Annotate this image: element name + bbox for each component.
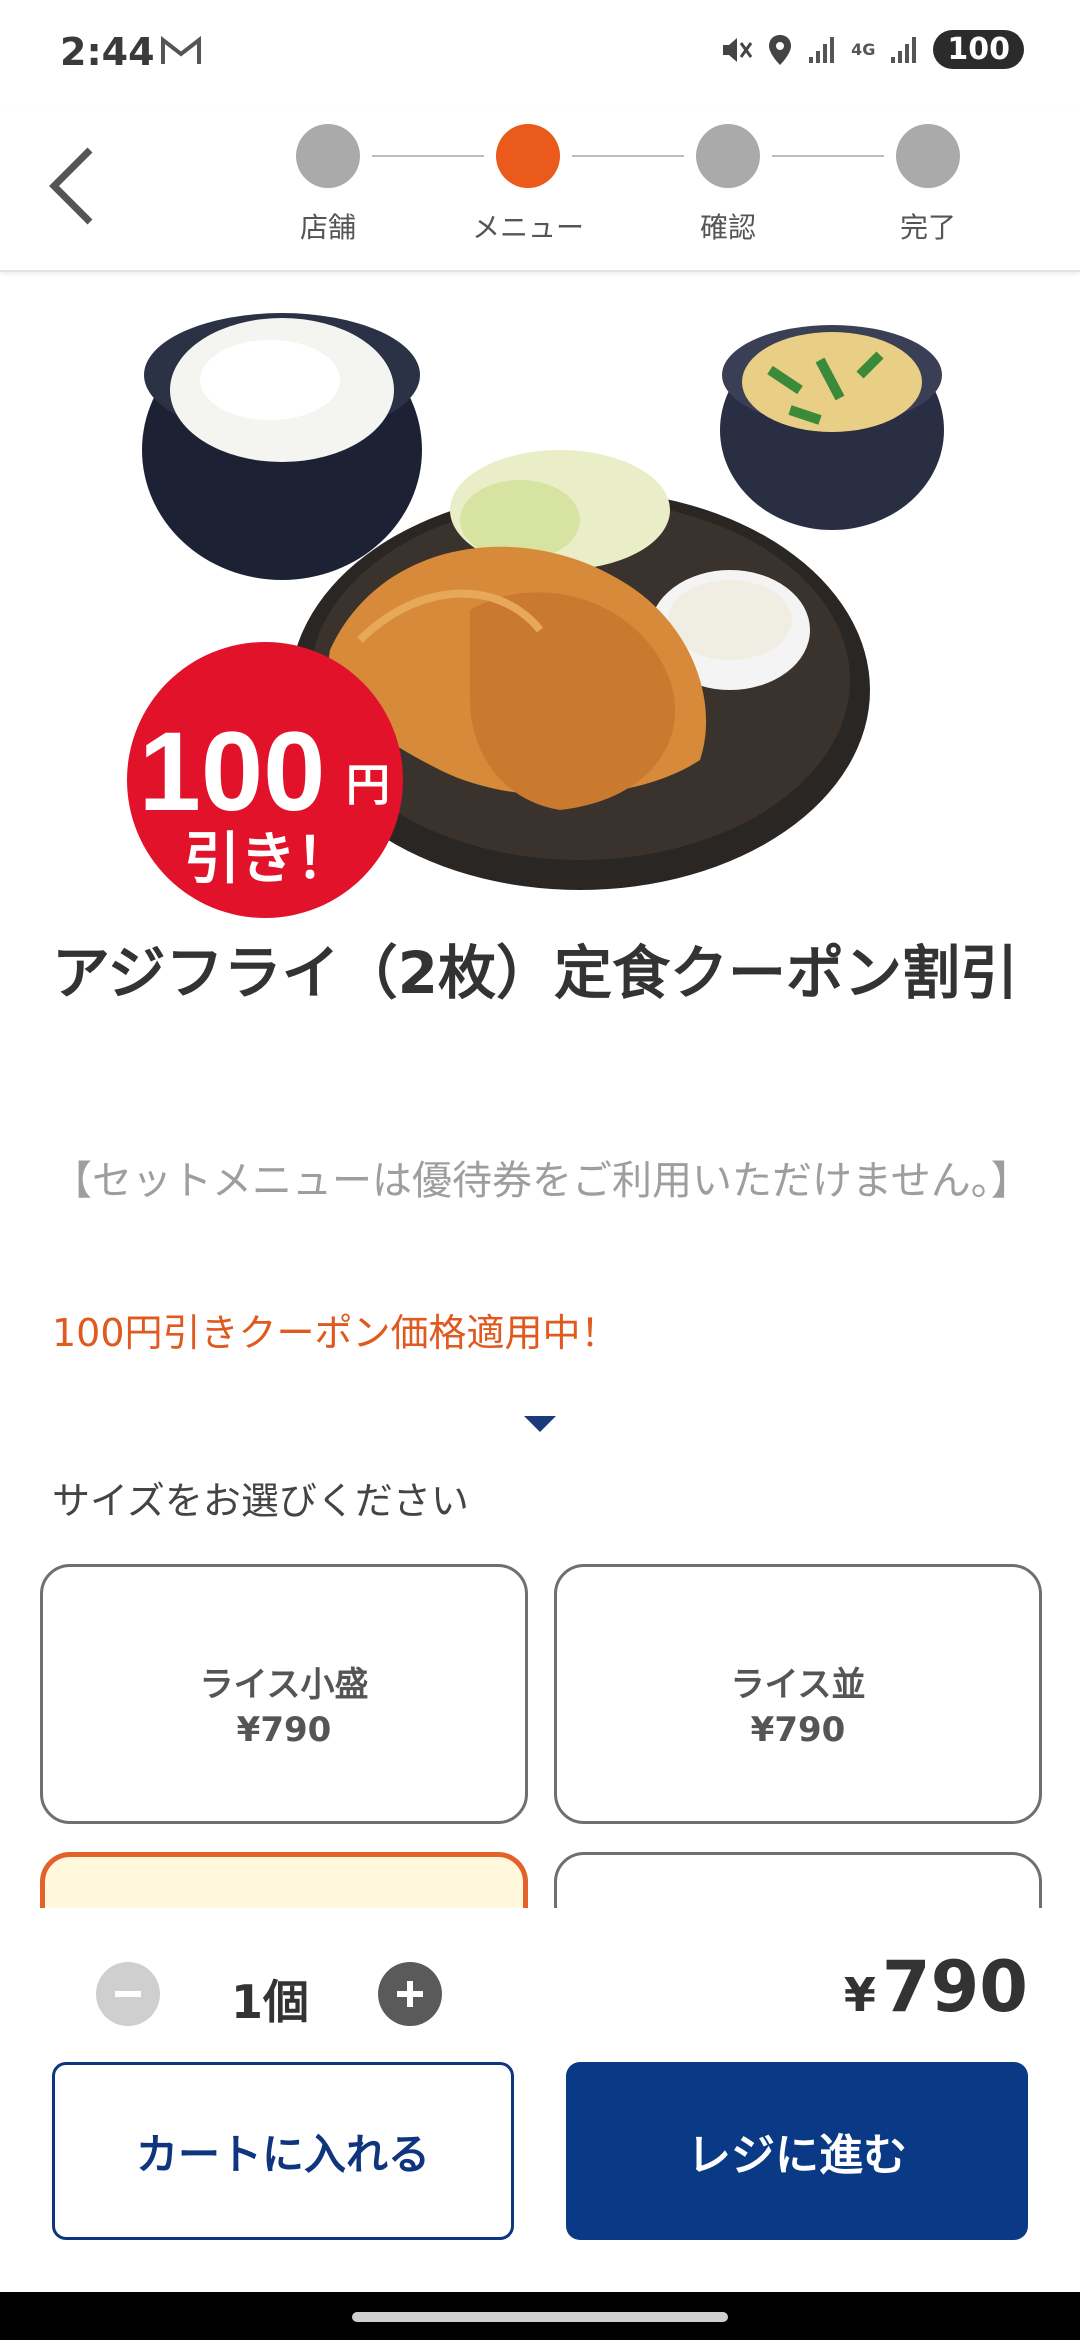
currency-symbol: ¥ bbox=[843, 1968, 876, 2022]
order-stepper-header: 店舗 メニュー 確認 完了 bbox=[0, 110, 1080, 272]
step-label: 確認 bbox=[699, 211, 756, 244]
size-option-price: ¥790 bbox=[750, 1710, 846, 1750]
add-to-cart-button[interactable]: カートに入れる bbox=[52, 2062, 514, 2240]
step-dot-active bbox=[496, 124, 560, 188]
network-type: 4G bbox=[851, 39, 876, 59]
signal-icon bbox=[809, 36, 835, 63]
expand-arrow-icon[interactable] bbox=[524, 1416, 556, 1432]
quantity-decrease-button[interactable] bbox=[96, 1962, 160, 2026]
step-label: メニュー bbox=[471, 211, 584, 244]
signal-icon-2 bbox=[891, 36, 917, 63]
size-option-regular-rice[interactable]: ライス並 ¥790 bbox=[554, 1564, 1042, 1824]
home-gesture-handle[interactable] bbox=[352, 2312, 728, 2322]
total-price: ¥790 bbox=[844, 1946, 1028, 2028]
battery-indicator: 100 bbox=[933, 30, 1024, 69]
step-dot bbox=[296, 124, 360, 188]
status-icons: 4G 100 bbox=[719, 30, 1024, 69]
gmail-icon bbox=[161, 36, 201, 64]
step-confirm: 確認 bbox=[668, 124, 788, 246]
chevron-left-icon bbox=[49, 147, 93, 225]
checkout-button[interactable]: レジに進む bbox=[566, 2062, 1028, 2240]
product-image: 100 円 引き！ bbox=[127, 313, 944, 918]
step-label: 店舗 bbox=[299, 211, 356, 244]
mute-icon bbox=[723, 37, 753, 62]
back-button[interactable] bbox=[36, 136, 106, 236]
size-section-label: サイズをお選びください bbox=[52, 1479, 469, 1523]
plus-icon bbox=[397, 1981, 423, 2007]
quantity-increase-button[interactable] bbox=[378, 1962, 442, 2026]
total-amount: 790 bbox=[881, 1946, 1028, 2028]
size-option-name: ライス小盛 bbox=[199, 1665, 369, 1705]
minus-icon bbox=[115, 1991, 141, 1997]
step-dot bbox=[696, 124, 760, 188]
order-panel: 1個 ¥790 カートに入れる レジに進む bbox=[0, 1908, 1080, 2292]
coupon-applied-text: 100円引きクーポン価格適用中！ bbox=[52, 1311, 619, 1355]
step-complete: 完了 bbox=[868, 124, 988, 246]
status-bar: 2:44 4G 100 bbox=[0, 0, 1080, 110]
step-menu: メニュー bbox=[468, 124, 588, 246]
step-store: 店舗 bbox=[268, 124, 388, 246]
discount-badge-sub: 引き！ bbox=[184, 827, 352, 892]
product-note: 【セットメニューは優待券をご利用いただけません。】 bbox=[52, 1158, 1031, 1204]
step-label: 完了 bbox=[899, 211, 956, 244]
size-option-price: ¥790 bbox=[236, 1710, 332, 1750]
discount-badge-unit: 円 bbox=[346, 760, 390, 811]
location-icon bbox=[769, 34, 792, 65]
product-title: アジフライ（2枚）定食クーポン割引 bbox=[52, 939, 1019, 1007]
step-dot bbox=[896, 124, 960, 188]
system-nav-bar bbox=[0, 2292, 1080, 2340]
size-option-name: ライス並 bbox=[730, 1665, 866, 1705]
status-time: 2:44 bbox=[60, 30, 155, 74]
discount-badge-amount: 100 bbox=[139, 709, 326, 834]
size-option-small-rice[interactable]: ライス小盛 ¥790 bbox=[40, 1564, 528, 1824]
quantity-value: 1個 bbox=[230, 1975, 309, 2029]
